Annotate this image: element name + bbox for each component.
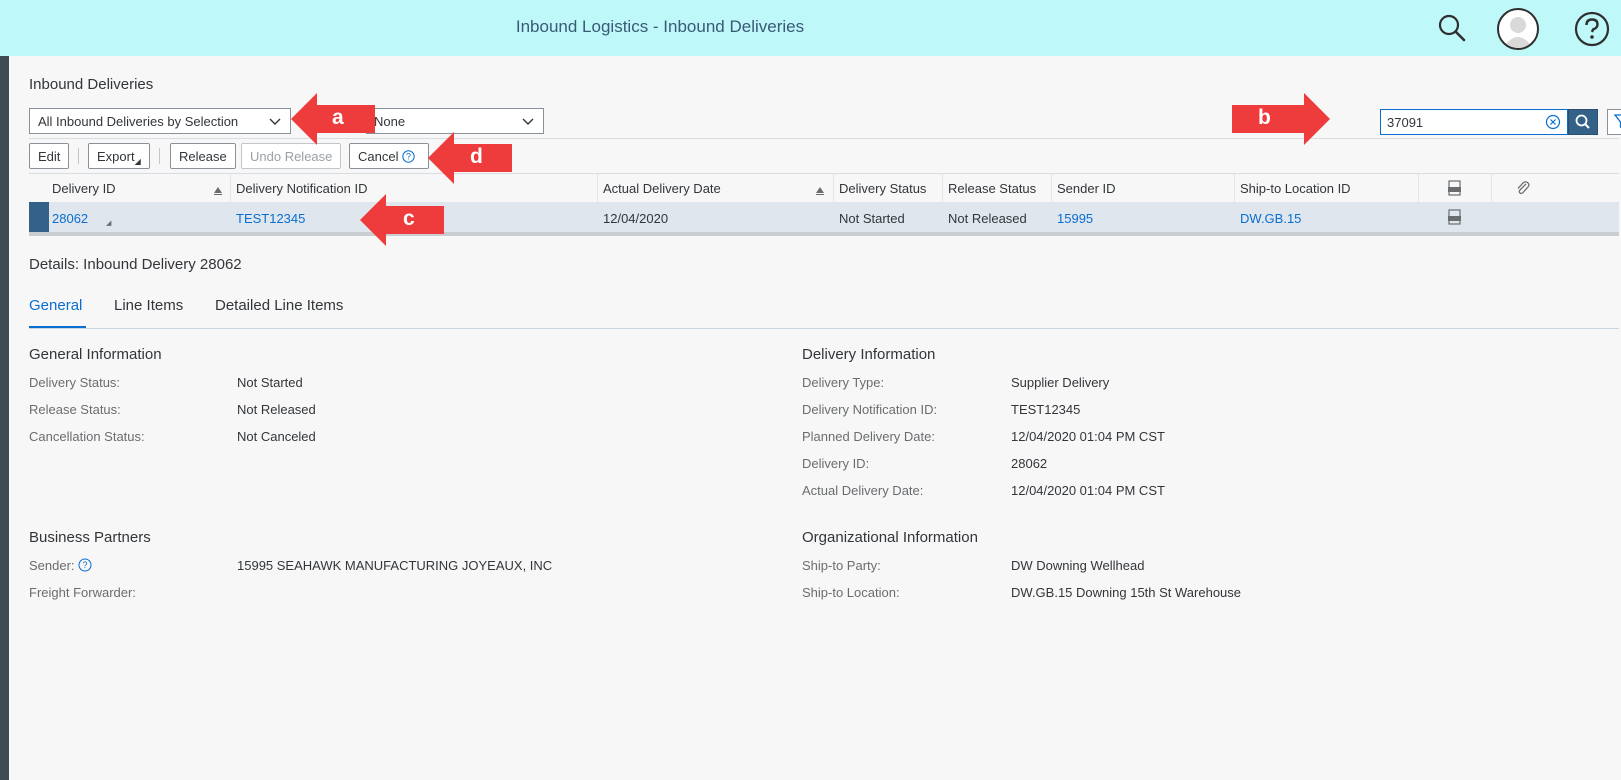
field-label: Release Status: <box>29 402 121 417</box>
sender-link[interactable]: 15995 SEAHAWK MANUFACTURING JOYEAUX, INC <box>237 558 552 573</box>
col-release-status[interactable]: Release Status <box>948 181 1036 196</box>
col-delivery-id[interactable]: Delivery ID <box>52 181 116 196</box>
app-title: Inbound Logistics - Inbound Deliveries <box>515 17 805 36</box>
left-edge-strip <box>0 0 9 780</box>
page-title: Inbound Deliveries <box>29 76 154 93</box>
tab-general[interactable]: General <box>29 297 82 314</box>
attachment-icon[interactable] <box>1515 180 1531 201</box>
help-icon[interactable] <box>1573 10 1611 48</box>
sender-id-link[interactable]: 15995 <box>1057 211 1093 226</box>
notification-id-link[interactable]: TEST12345 <box>1011 402 1080 417</box>
col-ship-to[interactable]: Ship-to Location ID <box>1240 181 1351 196</box>
export-button[interactable]: Export◢ <box>88 143 150 169</box>
sort-icon[interactable] <box>815 183 825 201</box>
table-top-divider <box>29 173 1619 174</box>
col-notification-id[interactable]: Delivery Notification ID <box>236 181 368 196</box>
freight-forwarder-label: Freight Forwarder: <box>29 585 136 600</box>
field-label: Ship-to Party: <box>802 558 881 573</box>
sender-label: Sender: ? <box>29 558 92 573</box>
delivery-info-heading: Delivery Information <box>802 346 936 363</box>
search-icon[interactable] <box>1436 12 1468 44</box>
info-icon[interactable]: ? <box>78 558 92 573</box>
tab-line-items[interactable]: Line Items <box>114 297 183 314</box>
chevron-down-icon <box>521 115 535 132</box>
col-delivery-status[interactable]: Delivery Status <box>839 181 926 196</box>
field-value: Not Canceled <box>237 429 316 444</box>
field-label: Planned Delivery Date: <box>802 429 935 444</box>
tab-bar-divider <box>29 328 1619 329</box>
edit-button[interactable]: Edit <box>29 143 70 169</box>
field-label: Delivery Status: <box>29 375 121 390</box>
clear-icon[interactable] <box>1545 114 1561 135</box>
svg-text:?: ? <box>83 560 88 570</box>
delivery-status-cell: Not Started <box>839 211 905 226</box>
table-scrollbar[interactable] <box>29 232 1619 236</box>
toolbar-divider <box>29 138 1619 139</box>
col-actual-date[interactable]: Actual Delivery Date <box>603 181 721 196</box>
chevron-down-icon <box>268 115 282 132</box>
release-button[interactable]: Release <box>170 143 236 169</box>
annotation-arrow-c: c <box>360 194 446 251</box>
ship-to-location-link[interactable]: DW.GB.15 Downing 15th St Warehouse <box>1011 585 1241 600</box>
field-label: Delivery ID: <box>802 456 870 471</box>
field-label: Ship-to Location: <box>802 585 900 600</box>
variant-select[interactable]: All Inbound Deliveries by Selection <box>29 108 291 134</box>
details-title: Details: Inbound Delivery 28062 <box>29 256 242 273</box>
pdf-icon[interactable] <box>1447 209 1463 230</box>
notification-id-link[interactable]: TEST12345 <box>236 211 305 226</box>
menu-indicator-icon: ◢ <box>134 157 141 166</box>
shell-bar: Inbound Logistics - Inbound Deliveries <box>0 0 1621 56</box>
field-value: Not Released <box>237 402 316 417</box>
delivery-id-link[interactable]: 28062 <box>52 211 88 226</box>
search-button[interactable] <box>1568 109 1598 135</box>
ship-to-party-link[interactable]: DW Downing Wellhead <box>1011 558 1144 573</box>
actual-date-cell: 12/04/2020 <box>603 211 669 226</box>
second-select[interactable]: None <box>366 108 544 134</box>
field-value: 12/04/2020 01:04 PM CST <box>1011 429 1165 444</box>
field-value: Supplier Delivery <box>1011 375 1110 390</box>
annotation-arrow-b: b <box>1230 93 1330 150</box>
ship-to-link[interactable]: DW.GB.15 <box>1240 211 1301 226</box>
row-resize-icon: ◢ <box>106 220 112 227</box>
search-input[interactable]: 37091 <box>1380 109 1568 135</box>
field-value: Not Started <box>237 375 303 390</box>
toolbar-separator <box>159 148 160 164</box>
info-icon: ? <box>402 149 415 164</box>
annotation-arrow-d: d <box>428 132 514 189</box>
toolbar-separator <box>78 148 79 164</box>
field-label: Cancellation Status: <box>29 429 145 444</box>
pdf-icon[interactable] <box>1447 180 1463 201</box>
business-partners-heading: Business Partners <box>29 529 151 546</box>
main-content: Inbound Deliveries All Inbound Deliverie… <box>9 56 1621 780</box>
sort-icon[interactable] <box>213 183 223 201</box>
delivery-id-link[interactable]: 28062 <box>1011 456 1047 471</box>
release-status-cell: Not Released <box>948 211 1027 226</box>
general-info-heading: General Information <box>29 346 162 363</box>
field-label: Actual Delivery Date: <box>802 483 924 498</box>
svg-text:?: ? <box>406 152 411 162</box>
col-sender-id[interactable]: Sender ID <box>1057 181 1116 196</box>
field-value: 12/04/2020 01:04 PM CST <box>1011 483 1165 498</box>
tab-detailed-line-items[interactable]: Detailed Line Items <box>215 297 343 314</box>
annotation-arrow-a: a <box>291 93 377 150</box>
field-label: Delivery Type: <box>802 375 885 390</box>
field-label: Delivery Notification ID: <box>802 402 938 417</box>
filter-icon[interactable] <box>1607 109 1621 135</box>
row-selector[interactable] <box>29 202 49 232</box>
user-avatar-icon[interactable] <box>1497 8 1539 50</box>
org-info-heading: Organizational Information <box>802 529 978 546</box>
